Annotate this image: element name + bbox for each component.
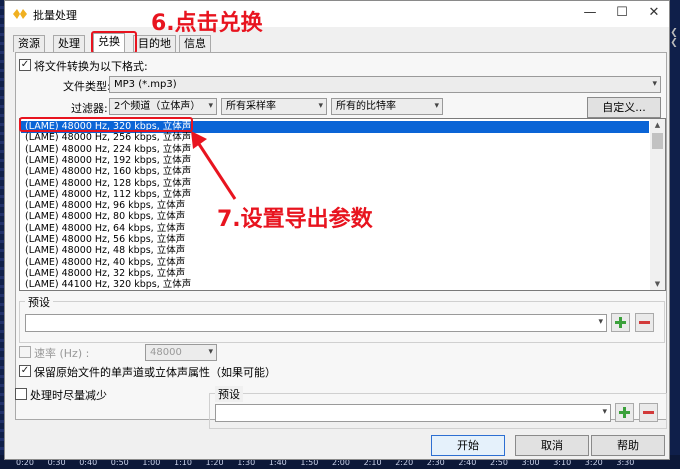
bottom-remove-preset-button[interactable]: [639, 403, 658, 422]
scroll-down-icon[interactable]: ▼: [650, 278, 665, 290]
minus-icon: [643, 411, 654, 414]
convert-format-checkbox[interactable]: ✓: [19, 59, 31, 71]
selection-highlight-box: [19, 117, 193, 132]
annotation-step6: 6.点击兑换: [151, 11, 263, 36]
tab-process[interactable]: 处理: [53, 35, 85, 52]
rate-label: 速率 (Hz) :: [34, 347, 90, 360]
chevron-down-icon: ▾: [652, 79, 657, 89]
rate-checkbox[interactable]: [19, 346, 31, 358]
plus-icon: [615, 317, 626, 328]
rate-select-value: 48000: [150, 347, 182, 358]
add-preset-button[interactable]: [611, 313, 630, 332]
channel-filter-select[interactable]: 2个频道（立体声） ▾: [109, 98, 217, 115]
help-button[interactable]: 帮助: [591, 435, 665, 456]
start-button[interactable]: 开始: [431, 435, 505, 456]
custom-button[interactable]: 自定义...: [587, 97, 661, 118]
tab-destination[interactable]: 目的地: [133, 35, 176, 52]
cancel-button[interactable]: 取消: [515, 435, 589, 456]
samplerate-filter-select[interactable]: 所有采样率 ▾: [221, 98, 327, 115]
convert-format-label: 将文件转换为以下格式:: [34, 60, 148, 73]
format-list-scrollbar[interactable]: ▲ ▼: [650, 119, 665, 290]
chevron-down-icon: ▾: [318, 101, 323, 111]
format-list-item[interactable]: (LAME) 48000 Hz, 256 kbps, 立体声: [21, 132, 649, 144]
format-list-item[interactable]: (LAME) 48000 Hz, 224 kbps, 立体声: [21, 144, 649, 156]
scroll-thumb[interactable]: [652, 133, 663, 149]
file-type-select[interactable]: MP3 (*.mp3) ▾: [109, 76, 661, 93]
close-button[interactable]: ✕: [639, 3, 669, 23]
format-list-item[interactable]: (LAME) 48000 Hz, 48 kbps, 立体声: [21, 245, 649, 257]
tab-resources[interactable]: 资源: [13, 35, 45, 52]
bottom-preset-label: 预设: [215, 386, 243, 402]
format-list-item[interactable]: (LAME) 48000 Hz, 112 kbps, 立体声: [21, 189, 649, 201]
bitrate-filter-value: 所有的比特率: [336, 101, 396, 112]
plus-icon: [619, 407, 630, 418]
tab-info[interactable]: 信息: [179, 35, 211, 52]
format-list-item[interactable]: (LAME) 48000 Hz, 40 kbps, 立体声: [21, 257, 649, 269]
scroll-up-icon[interactable]: ▲: [650, 119, 665, 131]
file-type-label: 文件类型:: [63, 80, 111, 93]
background-nav-arrows: ❮ ❮: [670, 28, 678, 48]
minimize-during-process-label: 处理时尽量减少: [30, 389, 107, 402]
chevron-down-icon: ▾: [598, 317, 603, 327]
keep-channels-label: 保留原始文件的单声道或立体声属性（如果可能）: [34, 366, 276, 379]
channel-filter-value: 2个频道（立体声）: [114, 101, 201, 112]
format-list-item[interactable]: (LAME) 48000 Hz, 160 kbps, 立体声: [21, 166, 649, 178]
format-list-item[interactable]: (LAME) 48000 Hz, 128 kbps, 立体声: [21, 178, 649, 190]
title-bar: 批量处理 — ☐ ✕: [5, 1, 669, 27]
format-list-item[interactable]: (LAME) 44100 Hz, 256 kbps, 立体声: [21, 291, 649, 292]
bottom-preset-select[interactable]: ▾: [215, 404, 611, 422]
bottom-add-preset-button[interactable]: [615, 403, 634, 422]
minimize-during-process-checkbox[interactable]: [15, 388, 27, 400]
file-type-value: MP3 (*.mp3): [114, 79, 177, 90]
preset-select[interactable]: ▾: [25, 314, 607, 332]
chevron-down-icon: ▾: [434, 101, 439, 111]
window-title: 批量处理: [33, 9, 77, 22]
annotation-arrow: [191, 131, 237, 200]
rate-select[interactable]: 48000 ▾: [145, 344, 217, 361]
minus-icon: [639, 321, 650, 324]
tab-highlight-box: [91, 31, 137, 54]
filter-label: 过滤器:: [71, 102, 108, 115]
keep-channels-checkbox[interactable]: ✓: [19, 365, 31, 377]
app-logo-icon: [13, 9, 27, 19]
bitrate-filter-select[interactable]: 所有的比特率 ▾: [331, 98, 443, 115]
chevron-down-icon: ▾: [208, 101, 213, 111]
preset-group-label: 预设: [25, 294, 53, 310]
chevron-down-icon: ▾: [208, 347, 213, 357]
annotation-step7: 7.设置导出参数: [217, 207, 373, 232]
batch-process-dialog: 批量处理 — ☐ ✕ 资源 处理 兑换 目的地 信息 6.点击兑换 ✓ 将文件转…: [4, 0, 670, 460]
samplerate-filter-value: 所有采样率: [226, 101, 276, 112]
format-list-item[interactable]: (LAME) 44100 Hz, 320 kbps, 立体声: [21, 279, 649, 290]
maximize-button[interactable]: ☐: [607, 3, 637, 23]
chevron-down-icon: ▾: [602, 407, 607, 417]
remove-preset-button[interactable]: [635, 313, 654, 332]
minimize-button[interactable]: —: [575, 3, 605, 23]
